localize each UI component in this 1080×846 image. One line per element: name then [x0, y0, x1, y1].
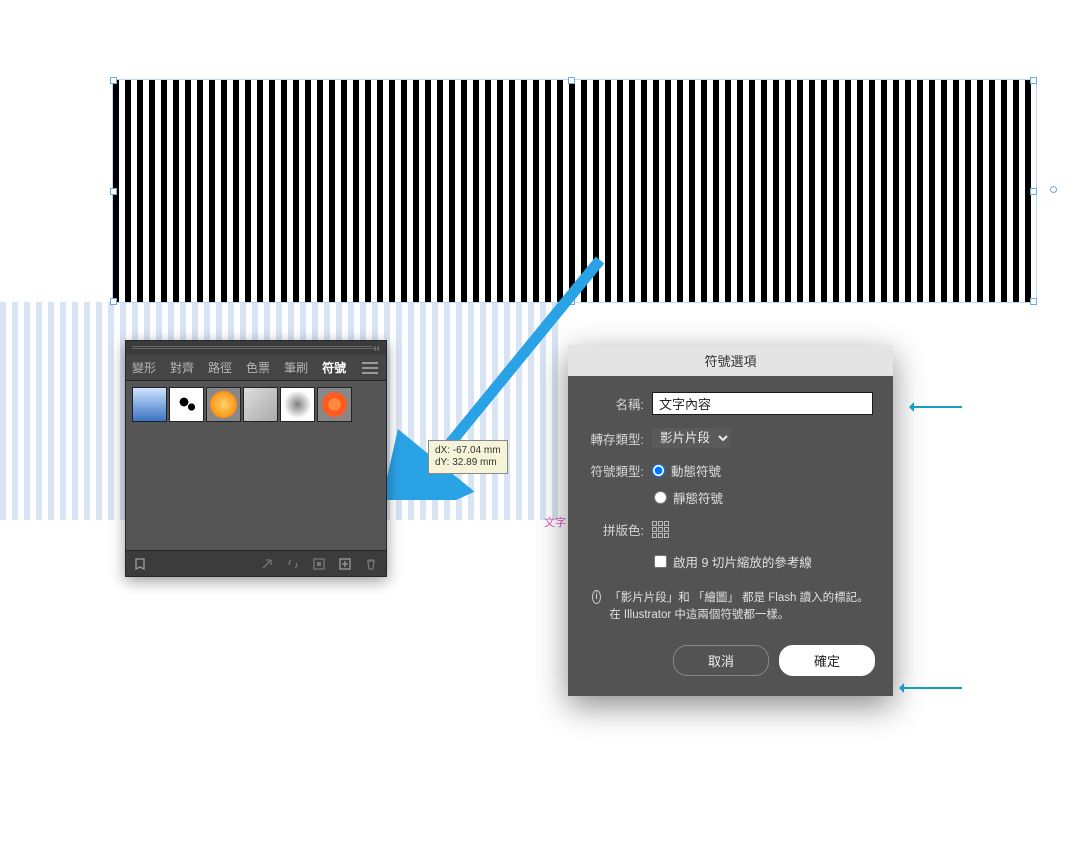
annotation-arrow-ok — [902, 687, 962, 689]
delete-symbol-icon[interactable] — [364, 557, 378, 571]
artwork-symbol-pattern[interactable] — [113, 80, 1036, 302]
cancel-button[interactable]: 取消 — [673, 645, 769, 676]
dy-value: dY: 32.89 mm — [435, 457, 501, 469]
symbol-drop-area[interactable] — [126, 428, 386, 550]
info-text: 「影片片段」和 「繪圖」 都是 Flash 讀入的標記。在 Illustrato… — [609, 590, 873, 623]
tab-transform[interactable]: 變形 — [132, 359, 156, 376]
selection-handle[interactable] — [110, 298, 117, 305]
symbol-swatch-ink-splat[interactable] — [169, 387, 204, 422]
dx-value: dX: -67.04 mm — [435, 445, 501, 457]
selection-handle[interactable] — [1030, 77, 1037, 84]
export-type-select[interactable]: 影片片段 — [652, 428, 731, 448]
symbol-options-dialog: 符號選項 名稱: 轉存類型: 影片片段 符號類型: 動態符號 靜態符號 — [568, 345, 893, 696]
rotate-handle[interactable] — [1050, 186, 1057, 193]
place-symbol-icon[interactable] — [260, 557, 274, 571]
selection-handle[interactable] — [568, 298, 575, 305]
dynamic-symbol-radio[interactable] — [652, 464, 665, 477]
registration-label: 拼版色: — [588, 520, 644, 539]
selection-handle[interactable] — [110, 188, 117, 195]
name-label: 名稱: — [588, 394, 644, 413]
enable-9slice-checkbox[interactable] — [654, 555, 667, 568]
new-symbol-icon[interactable] — [338, 557, 352, 571]
symbol-swatch-grid — [126, 381, 386, 428]
panel-menu-icon[interactable] — [362, 362, 378, 374]
panel-footer — [126, 550, 386, 576]
enable-9slice-label: 啟用 9 切片縮放的參考線 — [673, 552, 812, 571]
symbol-swatch-spiky-ball[interactable] — [280, 387, 315, 422]
symbols-panel[interactable]: ‹‹ 變形 對齊 路徑 色票 筆刷 符號 — [125, 340, 387, 577]
info-icon: i — [592, 590, 601, 604]
symbol-options-icon[interactable] — [312, 557, 326, 571]
artboard-label: 文字 — [544, 514, 566, 530]
selection-handle[interactable] — [568, 77, 575, 84]
selection-handle[interactable] — [1030, 188, 1037, 195]
selection-handle[interactable] — [110, 77, 117, 84]
symbol-swatch-cube[interactable] — [243, 387, 278, 422]
panel-collapse-icon[interactable]: ‹‹ — [373, 343, 380, 354]
panel-grip[interactable] — [132, 346, 373, 350]
static-symbol-radio[interactable] — [654, 491, 667, 504]
tab-align[interactable]: 對齊 — [170, 359, 194, 376]
dialog-title: 符號選項 — [568, 345, 893, 376]
static-symbol-label: 靜態符號 — [673, 488, 723, 507]
ok-button[interactable]: 確定 — [779, 645, 875, 676]
symbol-name-input[interactable] — [652, 392, 873, 415]
drag-measurement-tooltip: dX: -67.04 mm dY: 32.89 mm — [428, 440, 508, 474]
panel-titlebar[interactable]: ‹‹ — [126, 341, 386, 355]
selection-handle[interactable] — [1030, 298, 1037, 305]
tab-symbols[interactable]: 符號 — [322, 359, 346, 376]
tab-pathfinder[interactable]: 路徑 — [208, 359, 232, 376]
tab-brushes[interactable]: 筆刷 — [284, 359, 308, 376]
symbol-swatch-gradient[interactable] — [132, 387, 167, 422]
symbol-swatch-flower[interactable] — [317, 387, 352, 422]
break-link-icon[interactable] — [286, 557, 300, 571]
tab-swatches[interactable]: 色票 — [246, 359, 270, 376]
panel-tabs: 變形 對齊 路徑 色票 筆刷 符號 — [126, 355, 386, 381]
symbol-libraries-icon[interactable] — [134, 557, 148, 571]
registration-grid[interactable] — [652, 521, 669, 538]
symbol-type-label: 符號類型: — [588, 461, 644, 480]
annotation-arrow-name — [912, 406, 962, 408]
export-type-label: 轉存類型: — [588, 429, 644, 448]
dynamic-symbol-label: 動態符號 — [671, 461, 721, 480]
symbol-swatch-sun-sphere[interactable] — [206, 387, 241, 422]
